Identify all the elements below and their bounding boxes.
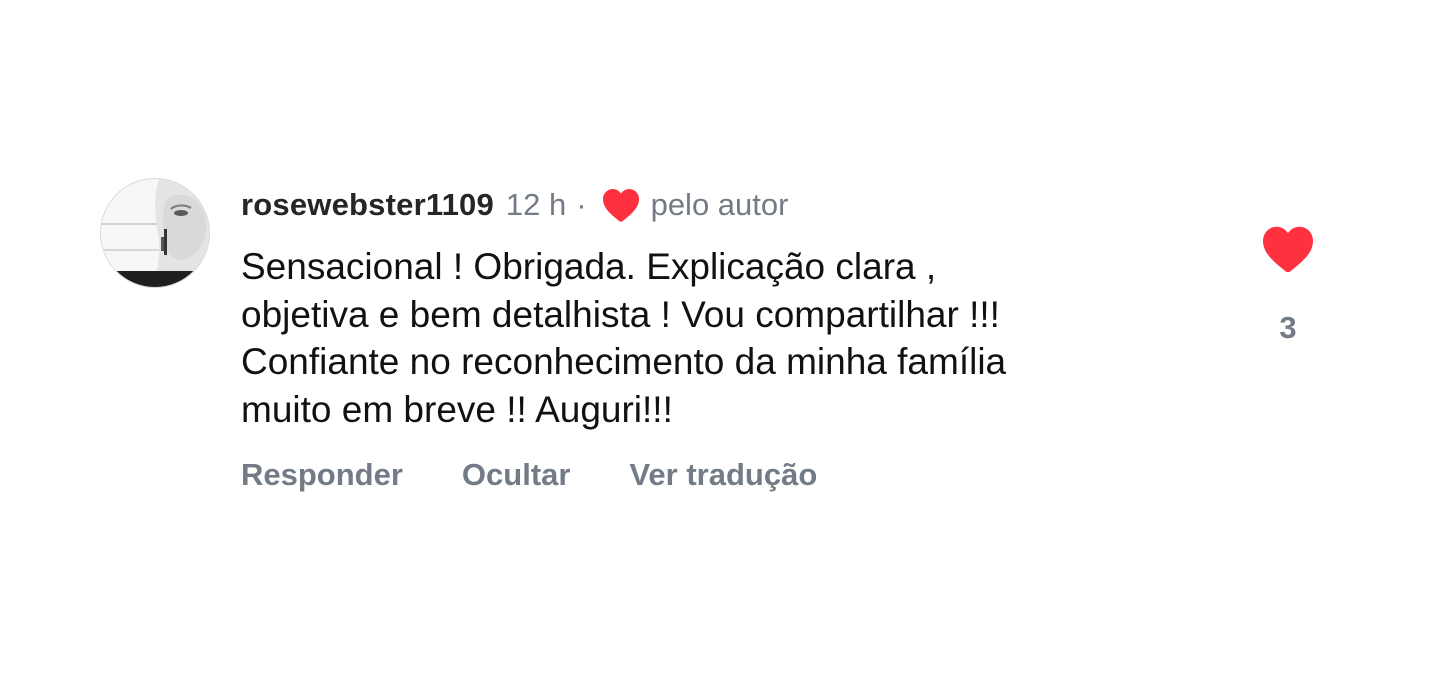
- comment-text-line: muito em breve !! Auguri!!!: [241, 388, 673, 430]
- comment-meta: rosewebster1109 12 h · pelo autor: [241, 183, 1201, 227]
- timestamp[interactable]: 12 h: [506, 187, 566, 223]
- comment-text: Sensacional ! Obrigada. Explicação clara…: [241, 243, 1161, 433]
- reply-button[interactable]: Responder: [241, 457, 403, 493]
- liked-by-author-label: pelo autor: [650, 187, 789, 222]
- comment-body: rosewebster1109 12 h · pelo autor Sensac…: [241, 183, 1201, 493]
- comment-actions: Responder Ocultar Ver tradução: [241, 457, 1201, 493]
- username[interactable]: rosewebster1109: [241, 187, 494, 223]
- see-translation-button[interactable]: Ver tradução: [629, 457, 817, 493]
- separator: ·: [576, 187, 587, 222]
- comment-text-line: Sensacional ! Obrigada. Explicação clara…: [241, 246, 937, 287]
- heart-icon: [601, 187, 641, 223]
- hide-button[interactable]: Ocultar: [462, 457, 571, 493]
- comment-text-line: objetiva e bem detalhista ! Vou comparti…: [241, 293, 1000, 335]
- like-control: 3: [1258, 224, 1318, 346]
- like-heart-icon[interactable]: [1260, 224, 1316, 274]
- avatar-image: [101, 179, 209, 287]
- comment: rosewebster1109 12 h · pelo autor Sensac…: [0, 0, 1445, 679]
- avatar[interactable]: [101, 179, 209, 287]
- like-count[interactable]: 3: [1258, 310, 1318, 346]
- comment-text-line: Confiante no reconhecimento da minha fam…: [241, 341, 1007, 382]
